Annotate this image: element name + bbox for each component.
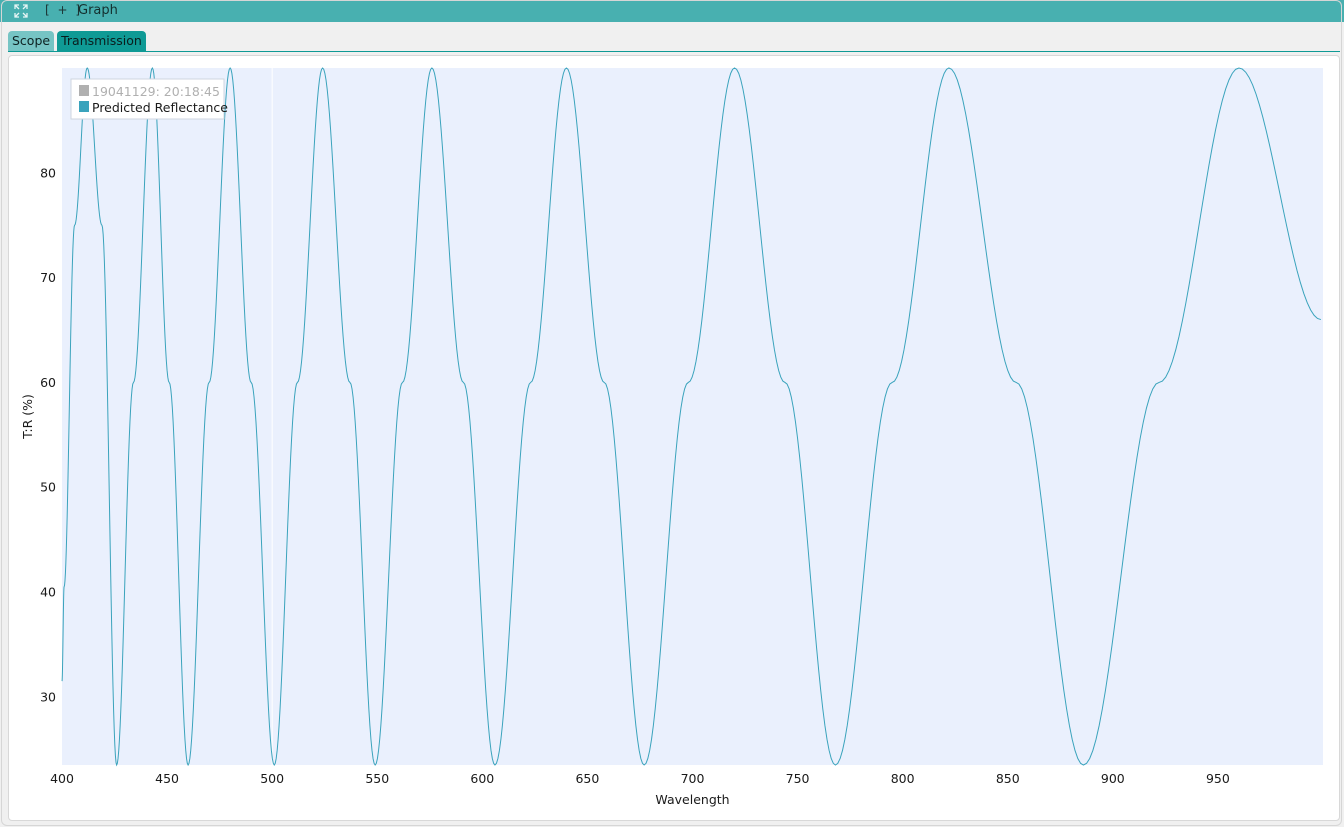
legend-item-timestamp[interactable]: 19041129: 20:18:45 bbox=[92, 84, 220, 99]
y-tick-label: 80 bbox=[40, 165, 56, 180]
x-tick-label: 750 bbox=[786, 771, 810, 786]
y-axis-label: T:R (%) bbox=[20, 394, 35, 440]
x-tick-label: 650 bbox=[575, 771, 599, 786]
legend: 19041129: 20:18:45 Predicted Reflectance bbox=[70, 78, 228, 120]
x-axis-ticks: 400 450 500 550 600 650 700 750 800 850 900 950 bbox=[50, 771, 1230, 786]
x-tick-label: 500 bbox=[260, 771, 284, 786]
x-tick-label: 900 bbox=[1101, 771, 1125, 786]
x-tick-label: 450 bbox=[155, 771, 179, 786]
x-tick-label: 700 bbox=[681, 771, 705, 786]
line-chart[interactable]: 400 450 500 550 600 650 700 750 800 850 900 950 30 4… bbox=[0, 0, 1344, 827]
x-tick-label: 850 bbox=[996, 771, 1020, 786]
x-tick-label: 950 bbox=[1206, 771, 1230, 786]
y-tick-label: 50 bbox=[40, 480, 56, 495]
y-tick-label: 40 bbox=[40, 585, 56, 600]
y-tick-label: 30 bbox=[40, 689, 56, 704]
x-tick-label: 400 bbox=[50, 771, 74, 786]
y-tick-label: 60 bbox=[40, 375, 56, 390]
legend-swatch-inactive[interactable] bbox=[79, 85, 89, 96]
legend-swatch-predicted[interactable] bbox=[79, 101, 89, 112]
plot-area bbox=[62, 68, 1323, 765]
x-tick-label: 550 bbox=[365, 771, 389, 786]
x-tick-label: 600 bbox=[470, 771, 494, 786]
y-tick-label: 70 bbox=[40, 270, 56, 285]
x-axis-label: Wavelength bbox=[655, 792, 729, 807]
legend-item-predicted-reflectance[interactable]: Predicted Reflectance bbox=[92, 100, 228, 115]
y-axis-ticks: 30 40 50 60 70 80 bbox=[40, 165, 56, 704]
x-tick-label: 800 bbox=[891, 771, 915, 786]
